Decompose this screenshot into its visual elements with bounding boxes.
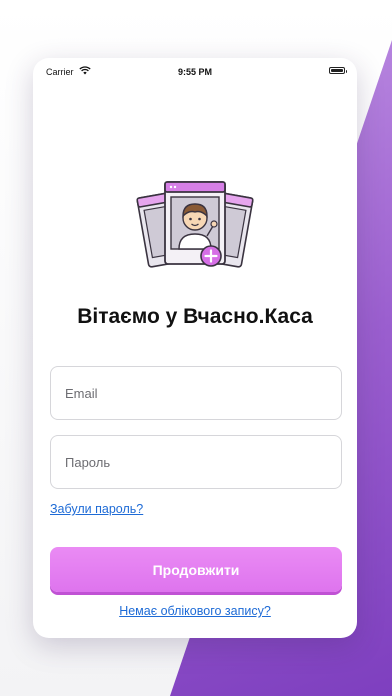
battery-icon (329, 67, 347, 74)
clock: 9:55 PM (177, 67, 212, 77)
forgot-password-link[interactable]: Забули пароль? (50, 502, 143, 516)
email-field[interactable] (50, 366, 342, 420)
email-input[interactable] (51, 367, 341, 419)
status-bar: Carrier 9:55 PM (33, 58, 357, 84)
register-row: Немає облікового запису? (33, 604, 357, 618)
profile-cards-with-add-icon (136, 181, 254, 268)
continue-button[interactable]: Продовжити (50, 547, 342, 592)
page-title: Вітаємо у Вчасно.Каса (77, 305, 313, 328)
phone-screen: Carrier 9:55 PM Вітаємо у Вчасно.Каса Em… (33, 58, 357, 638)
password-field[interactable] (50, 435, 342, 489)
no-account-link[interactable]: Немає облікового запису? (119, 604, 271, 618)
password-input[interactable] (51, 436, 341, 488)
